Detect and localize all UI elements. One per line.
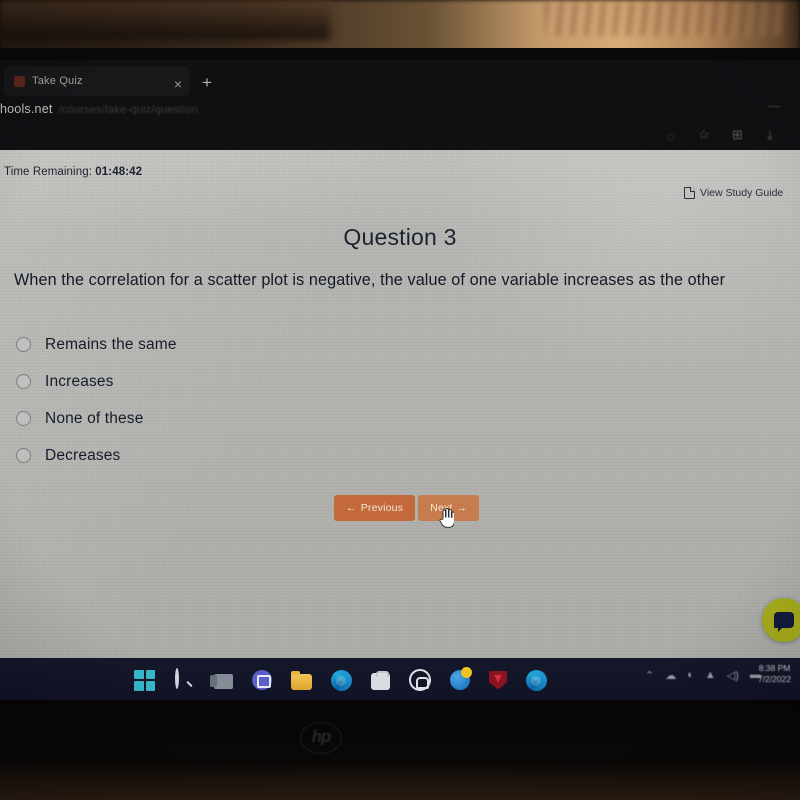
tab-strip: Take Quiz <box>0 60 800 100</box>
time-remaining: Time Remaining: 01:48:42 <box>4 166 142 178</box>
arrow-left-icon: ← <box>346 502 357 514</box>
option-remains-the-same[interactable]: Remains the same <box>16 326 516 363</box>
time-remaining-label: Time Remaining: <box>4 166 92 178</box>
hp-brand-logo: hp <box>300 722 342 754</box>
desk-surface <box>0 772 800 800</box>
taskbar-clock[interactable]: 8:38 PM 7/2/2022 <box>758 663 791 685</box>
search-icon[interactable] <box>174 667 195 691</box>
quiz-navigation: ← Previous Next → <box>334 495 480 521</box>
option-label: Decreases <box>45 446 121 464</box>
option-increases[interactable]: Increases <box>16 363 516 400</box>
external-window-icon <box>684 187 695 199</box>
volume-icon[interactable]: ◁) <box>727 669 739 682</box>
previous-button[interactable]: ← Previous <box>334 495 416 521</box>
wifi-icon[interactable]: ▲ <box>705 669 716 681</box>
answer-options: Remains the same Increases None of these… <box>16 326 516 474</box>
favorites-icon[interactable]: ☆ <box>698 127 710 143</box>
option-decreases[interactable]: Decreases <box>16 437 516 474</box>
chat-widget-button[interactable] <box>762 598 800 642</box>
tab-title: Take Quiz <box>32 75 83 87</box>
room-background-shadow <box>0 0 330 40</box>
site-favicon <box>14 75 25 87</box>
address-bar[interactable]: hools.net/courses/take-quiz/question <box>0 102 198 116</box>
microsoft-edge-icon[interactable] <box>331 669 352 691</box>
clock-time: 8:38 PM <box>758 663 791 673</box>
radio-button[interactable] <box>16 337 31 352</box>
system-tray: ⌃ ☁ ◐ ▲ ◁) ▬ <box>645 665 761 685</box>
browser-toolbar: ◌ ☆ ⊞ ⤓ <box>655 126 795 148</box>
question-title: Question 3 <box>343 224 457 250</box>
option-label: None of these <box>45 409 144 427</box>
taskbar-icon-group <box>134 664 547 696</box>
option-label: Remains the same <box>45 335 177 353</box>
time-remaining-value: 01:48:42 <box>95 166 143 178</box>
downloads-icon[interactable]: ⤓ <box>767 127 773 143</box>
room-background-pattern <box>545 2 785 36</box>
mcafee-shield-icon[interactable] <box>489 670 507 690</box>
clock-date: 7/2/2022 <box>758 674 792 684</box>
option-label: Increases <box>45 372 114 390</box>
microsoft-store-icon[interactable] <box>371 670 390 690</box>
minimize-icon[interactable]: — <box>766 99 782 112</box>
cloud-icon[interactable]: ☁ <box>665 669 676 682</box>
radio-button[interactable] <box>16 448 31 463</box>
microsoft-edge-icon-2[interactable] <box>526 669 547 691</box>
next-button[interactable]: Next → <box>418 495 480 521</box>
view-study-guide-label: View Study Guide <box>700 187 784 199</box>
option-none-of-these[interactable]: None of these <box>16 400 516 437</box>
collections-icon[interactable]: ⊞ <box>732 127 743 143</box>
read-aloud-icon[interactable]: ◌ <box>667 129 675 145</box>
microsoft-teams-icon[interactable] <box>252 670 272 690</box>
new-tab-icon[interactable]: + <box>198 74 216 92</box>
previous-button-label: Previous <box>360 502 404 514</box>
radio-button[interactable] <box>16 374 31 389</box>
photo-scene: Take Quiz × + — hools.net/courses/take-q… <box>0 0 800 800</box>
next-button-label: Next <box>430 502 453 514</box>
chat-bubble-icon <box>774 612 794 632</box>
close-icon[interactable]: × <box>170 76 186 92</box>
show-hidden-icons-chevron[interactable]: ⌃ <box>645 669 654 682</box>
task-view-icon[interactable] <box>210 674 233 689</box>
headphones-icon[interactable] <box>409 669 431 691</box>
onedrive-sync-icon[interactable]: ◐ <box>687 669 694 681</box>
globe-browser-icon[interactable] <box>450 667 472 690</box>
start-button-icon[interactable] <box>134 669 155 691</box>
tab-take-quiz[interactable]: Take Quiz <box>4 66 190 96</box>
radio-button[interactable] <box>16 411 31 426</box>
file-explorer-icon[interactable] <box>291 670 312 690</box>
address-bar-path: /courses/take-quiz/question <box>58 104 198 116</box>
arrow-right-icon: → <box>456 502 468 514</box>
address-bar-domain: hools.net <box>0 102 53 116</box>
question-text: When the correlation for a scatter plot … <box>14 271 726 289</box>
view-study-guide-link[interactable]: View Study Guide <box>684 187 783 199</box>
